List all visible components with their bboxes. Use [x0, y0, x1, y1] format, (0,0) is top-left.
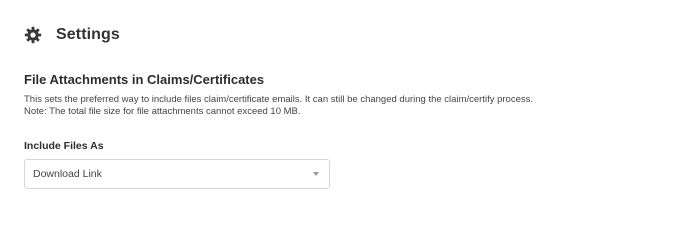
- settings-header: Settings: [24, 24, 120, 46]
- section-title: File Attachments in Claims/Certificates: [24, 72, 265, 87]
- include-files-select[interactable]: Download Link: [24, 159, 330, 189]
- include-files-label: Include Files As: [24, 140, 104, 152]
- page-title: Settings: [56, 26, 120, 43]
- chevron-down-icon: [313, 172, 319, 176]
- description-note: Note: The total file size for file attac…: [24, 106, 301, 117]
- description-line: This sets the preferred way to include f…: [24, 94, 533, 105]
- include-files-selected-value: Download Link: [33, 168, 102, 180]
- section-description: This sets the preferred way to include f…: [24, 94, 664, 118]
- gear-icon: [24, 26, 42, 44]
- settings-page: Settings File Attachments in Claims/Cert…: [0, 0, 688, 245]
